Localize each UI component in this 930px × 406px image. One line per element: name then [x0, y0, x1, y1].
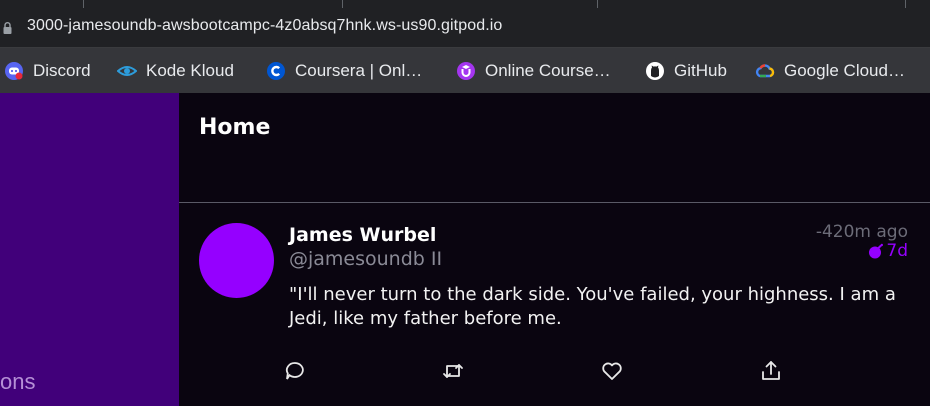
coursera-icon: [267, 61, 285, 80]
repost-button[interactable]: [441, 359, 465, 383]
activity-message: "I'll never turn to the dark side. You'v…: [289, 284, 896, 329]
discord-icon: [5, 61, 23, 80]
google-cloud-icon: [755, 63, 775, 77]
reply-icon: [285, 362, 304, 380]
main-feed: Home James Wurbel @jamesoundb II -420m a…: [179, 93, 930, 406]
bomb-icon: [869, 243, 884, 259]
bookmark-discord[interactable]: Discord: [4, 48, 91, 93]
avatar[interactable]: [199, 223, 274, 298]
bookmark-udemy[interactable]: Online Course…: [456, 48, 611, 93]
expires-text: 7d: [886, 241, 908, 261]
tab-separator: [597, 0, 598, 8]
share-button[interactable]: [759, 359, 783, 383]
sidebar: ons: [0, 93, 179, 406]
browser-url-bar: 3000-jamesoundb-awsbootcampc-4z0absq7hnk…: [0, 0, 930, 48]
expires-badge: 7d: [868, 241, 908, 261]
tab-separator: [905, 0, 906, 8]
tab-separator: [342, 0, 343, 8]
bookmark-github[interactable]: GitHub: [645, 48, 727, 93]
sidebar-item-label[interactable]: ons: [0, 369, 35, 395]
bookmark-label: Discord: [33, 60, 91, 80]
reply-button[interactable]: [283, 359, 307, 383]
kodekloud-icon: [117, 65, 137, 76]
bookmark-kodekloud[interactable]: Kode Kloud: [117, 48, 234, 93]
like-button[interactable]: [600, 359, 624, 383]
divider: [179, 202, 930, 203]
tab-separator: [83, 0, 84, 8]
bookmark-label: Google Cloud…: [784, 60, 905, 80]
repost-icon: [443, 364, 463, 378]
bookmark-label: GitHub: [674, 60, 727, 80]
lock-icon: [3, 22, 12, 34]
bookmark-google-cloud[interactable]: Google Cloud…: [755, 48, 905, 93]
udemy-icon: [457, 61, 475, 80]
bookmark-label: Kode Kloud: [146, 60, 234, 80]
address-bar-url[interactable]: 3000-jamesoundb-awsbootcampc-4z0absq7hnk…: [27, 17, 502, 35]
share-icon: [762, 361, 780, 380]
github-icon: [646, 61, 664, 80]
bookmarks-bar: Discord Kode Kloud Coursera | Onl… Onlin…: [0, 48, 930, 93]
bookmark-label: Online Course…: [485, 60, 611, 80]
page-title: Home: [199, 115, 271, 140]
display-name[interactable]: James Wurbel: [289, 224, 436, 246]
heart-icon: [602, 362, 622, 380]
bookmark-label: Coursera | Onl…: [295, 60, 423, 80]
bookmark-coursera[interactable]: Coursera | Onl…: [266, 48, 422, 93]
user-handle[interactable]: @jamesoundb II: [289, 248, 442, 270]
created-timestamp: -420m ago: [815, 222, 908, 242]
